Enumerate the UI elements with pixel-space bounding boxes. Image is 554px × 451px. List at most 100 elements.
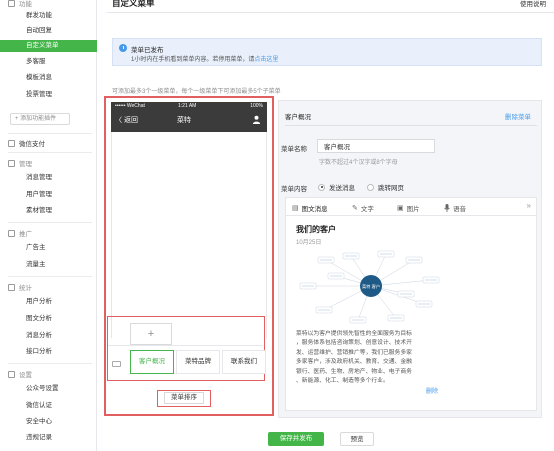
add-submenu-button[interactable]: +: [130, 323, 172, 345]
radio-label: 跳转网页: [378, 185, 404, 192]
clock-icon: [119, 44, 127, 52]
radio-jump-url[interactable]: 跳转网页: [367, 182, 404, 192]
phone-chat-area: [111, 132, 267, 338]
delete-article-link[interactable]: 删除: [426, 386, 438, 395]
phone-header: •••••• WeChat 1:21 AM 100% 〈 返回 菜特: [111, 102, 267, 132]
tab-label: 图片: [406, 206, 420, 213]
tab-image[interactable]: ▣ 图片: [397, 203, 420, 213]
notice-description: 1小时内在手机看到菜单内容。若停用菜单，请点击这里: [131, 54, 278, 63]
sidebar-item-template-msg[interactable]: 模板消息: [0, 72, 97, 84]
function-icon: [8, 0, 15, 7]
sidebar: 功能 群发功能 自动回复 自定义菜单 多客服 模板消息 投票管理 + 添加功能插…: [0, 0, 97, 451]
save-publish-button[interactable]: 保存并发布: [268, 432, 324, 446]
sort-menu-button-highlight: 菜单排序: [157, 390, 211, 407]
tab-label: 图文消息: [301, 206, 328, 213]
sidebar-item-security[interactable]: 安全中心: [0, 416, 97, 428]
header-divider: [107, 12, 554, 13]
status-bar: •••••• WeChat 1:21 AM 100%: [111, 102, 267, 110]
sidebar-item-advertiser[interactable]: 广告主: [0, 242, 97, 254]
radio-send-message[interactable]: 发送消息: [318, 182, 355, 192]
sidebar-group-promo: 推广: [8, 228, 32, 238]
sidebar-divider: [8, 363, 92, 364]
delete-menu-link[interactable]: 删除菜单: [505, 111, 531, 121]
news-icon: ▤: [292, 205, 299, 212]
sidebar-item-custom-menu[interactable]: 自定义菜单: [0, 40, 97, 52]
sidebar-item-message-analysis[interactable]: 消息分析: [0, 330, 97, 342]
page-title: 自定义菜单: [112, 0, 155, 8]
tab-voice[interactable]: 语音: [444, 203, 466, 213]
content-type-tabs: ▤ 图文消息 ✎ 文字 ▣ 图片 语音 »: [286, 198, 536, 216]
preview-button[interactable]: 预览: [340, 432, 374, 446]
add-plugin-button[interactable]: + 添加功能插件: [10, 113, 70, 125]
sidebar-item-materials[interactable]: 素材管理: [0, 205, 97, 217]
sidebar-divider: [8, 133, 92, 134]
article-summary: 菜特以为客户提供领先智性的全面服务为目标 ，服务体系包括咨询策划、创意设计、技术…: [296, 331, 412, 385]
menu-name-hint: 字数不超过4个汉字或8个字母: [319, 160, 398, 166]
article-cover-image: 菜特 客户: [299, 250, 440, 324]
menu-tab-brand[interactable]: 菜特品牌: [176, 350, 220, 374]
article-title: 我们的客户: [296, 225, 336, 234]
menu-tab-contact[interactable]: 联系我们: [222, 350, 266, 374]
sidebar-item-account-settings[interactable]: 公众号设置: [0, 383, 97, 395]
guide-link[interactable]: 使用说明: [520, 0, 546, 8]
radio-label: 发送消息: [329, 185, 355, 192]
sidebar-group-settings: 设置: [8, 369, 32, 379]
editor-menu-name: 客户概况: [285, 114, 311, 121]
tab-text[interactable]: ✎ 文字: [352, 203, 374, 213]
sidebar-group-label: 统计: [19, 285, 32, 292]
menu-name-label: 菜单名称: [281, 146, 307, 153]
sidebar-group-label: 功能: [19, 1, 32, 8]
sidebar-item-user-analysis[interactable]: 用户分析: [0, 296, 97, 308]
sort-menu-button[interactable]: 菜单排序: [164, 392, 204, 404]
sidebar-item-mass-send[interactable]: 群发功能: [0, 10, 97, 22]
tab-news[interactable]: ▤ 图文消息: [292, 203, 328, 213]
radio-dot: [318, 183, 325, 191]
sidebar-item-auto-reply[interactable]: 自动回复: [0, 25, 97, 37]
pencil-icon: ✎: [352, 205, 358, 212]
sidebar-group-function: 功能: [8, 0, 32, 8]
menu-editor-highlight: + 客户概况 菜特品牌 联系我们: [107, 316, 266, 381]
sidebar-group-label: 设置: [19, 372, 32, 379]
publish-notice: 菜单已发布 1小时内在手机看到菜单内容。若停用菜单，请点击这里: [112, 38, 542, 66]
sidebar-item-api-analysis[interactable]: 接口分析: [0, 346, 97, 358]
user-icon: [252, 115, 261, 124]
mindmap-center-label: 菜特 客户: [362, 283, 380, 290]
menu-tab-customer-overview[interactable]: 客户概况: [130, 350, 174, 374]
sidebar-group-stats: 统计: [8, 282, 32, 292]
menu-editor-panel: 客户概况 删除菜单 菜单名称 字数不超过4个汉字或8个字母 菜单内容 发送消息 …: [278, 100, 542, 418]
sidebar-group-label: 管理: [19, 161, 32, 168]
menu-name-input[interactable]: [317, 139, 435, 153]
sidebar-item-messages[interactable]: 消息管理: [0, 172, 97, 184]
article-date: 10月25日: [296, 240, 322, 246]
back-button: 〈 返回: [115, 117, 138, 124]
menu-content-label: 菜单内容: [281, 186, 307, 193]
sidebar-group-manage: 管理: [8, 158, 32, 168]
notice-title: 菜单已发布: [131, 47, 164, 54]
sidebar-group-label: 推广: [19, 231, 32, 238]
more-tabs-icon[interactable]: »: [527, 201, 531, 210]
keyboard-icon: [112, 361, 121, 367]
disable-menu-link[interactable]: 点击这里: [254, 57, 278, 63]
microphone-icon: [444, 204, 450, 212]
sidebar-divider: [8, 222, 92, 223]
sidebar-item-wechat-verify[interactable]: 微信认证: [0, 400, 97, 412]
sidebar-item-users[interactable]: 用户管理: [0, 189, 97, 201]
message-content-box: ▤ 图文消息 ✎ 文字 ▣ 图片 语音 » 我们的客户 10月25日 菜特 客户…: [285, 197, 537, 411]
notice-text: 1小时内在手机看到菜单内容。若停用菜单，请: [131, 57, 255, 63]
sidebar-item-vote[interactable]: 投票管理: [0, 89, 97, 101]
gear-icon: [8, 370, 15, 378]
sidebar-divider: [8, 152, 92, 153]
battery-label: 100%: [250, 103, 263, 109]
sidebar-group-pay[interactable]: 微信支付: [8, 138, 45, 148]
image-icon: ▣: [397, 205, 404, 212]
sidebar-item-violations[interactable]: 违规记录: [0, 432, 97, 444]
sidebar-item-article-analysis[interactable]: 图文分析: [0, 313, 97, 325]
sidebar-item-multi-cs[interactable]: 多客服: [0, 56, 97, 68]
wallet-icon: [8, 139, 15, 147]
manage-icon: [8, 159, 15, 167]
tab-label: 文字: [360, 206, 374, 213]
sidebar-item-traffic[interactable]: 流量主: [0, 259, 97, 271]
sidebar-group-label: 微信支付: [19, 141, 45, 148]
carrier-label: •••••• WeChat: [115, 103, 145, 109]
menu-tips: 可添加最多3个一级菜单，每个一级菜单下可添加最多5个子菜单: [112, 89, 281, 95]
